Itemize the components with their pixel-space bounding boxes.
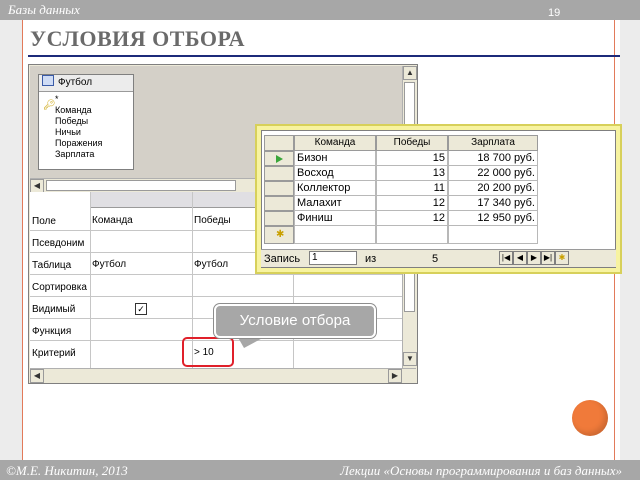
grid-cell-table[interactable]: Футбол: [194, 259, 228, 270]
table-field-list[interactable]: Футбол 🔑︎ * Команда Победы Ничьи Поражен…: [38, 74, 134, 170]
cell-new[interactable]: [448, 226, 538, 244]
grid-cell-table[interactable]: Футбол: [92, 259, 126, 270]
row-label-criterion: Критерий: [32, 348, 76, 359]
scroll-down-button[interactable]: ▼: [403, 352, 417, 366]
next-record-button[interactable]: ▶: [527, 251, 541, 265]
field-item[interactable]: Победы: [55, 116, 88, 126]
row-label-visible: Видимый: [32, 304, 76, 315]
cell-salary[interactable]: 12 950 руб.: [448, 211, 538, 226]
header-bar: [0, 0, 640, 20]
table-title[interactable]: Футбол: [39, 75, 133, 92]
current-record-icon: [276, 155, 283, 163]
cell-wins[interactable]: 12: [376, 211, 448, 226]
grid-cell-field[interactable]: Команда: [92, 215, 133, 226]
cell-team[interactable]: Финиш: [294, 211, 376, 226]
cell-salary[interactable]: 18 700 руб.: [448, 151, 538, 166]
column-header-wins[interactable]: Победы: [376, 135, 448, 151]
grid-cell-field[interactable]: Победы: [194, 215, 231, 226]
cell-salary[interactable]: 17 340 руб.: [448, 196, 538, 211]
cell-team[interactable]: Коллектор: [294, 181, 376, 196]
scroll-right-button[interactable]: ▶: [388, 369, 402, 383]
record-selector[interactable]: [264, 196, 294, 211]
record-selector-new[interactable]: ✱: [264, 226, 294, 244]
grid-cell-criterion[interactable]: > 10: [194, 347, 214, 358]
visible-checkbox[interactable]: ✓: [135, 303, 147, 315]
footer-course: Лекции «Основы программирования и баз да…: [340, 463, 622, 478]
field-item[interactable]: Поражения: [55, 138, 102, 148]
row-label-field: Поле: [32, 216, 56, 227]
grid-hscroll[interactable]: ◀ ▶: [30, 368, 416, 383]
record-selector[interactable]: [264, 151, 294, 166]
record-label: Запись: [264, 253, 301, 265]
right-margin: [620, 20, 640, 460]
field-item[interactable]: Зарплата: [55, 149, 94, 159]
record-selector[interactable]: [264, 166, 294, 181]
field-item[interactable]: *: [55, 94, 59, 104]
record-selector[interactable]: [264, 211, 294, 226]
decorative-circle: [572, 400, 608, 436]
record-navigation-bar: Запись 1 из 5 |◀ ◀ ▶ ▶| ✱: [261, 249, 616, 267]
title-rule: [28, 55, 620, 57]
cell-wins[interactable]: 15: [376, 151, 448, 166]
row-label-sort: Сортировка: [32, 282, 87, 293]
selection-condition-callout: Условие отбора: [214, 304, 376, 338]
grid-divider: [90, 192, 91, 368]
cell-team[interactable]: Малахит: [294, 196, 376, 211]
left-margin: [0, 20, 22, 460]
last-record-button[interactable]: ▶|: [541, 251, 555, 265]
prev-record-button[interactable]: ◀: [513, 251, 527, 265]
scroll-left-button[interactable]: ◀: [30, 369, 44, 383]
cell-team[interactable]: Восход: [294, 166, 376, 181]
scroll-left-button[interactable]: ◀: [30, 179, 44, 193]
field-item[interactable]: Команда: [55, 105, 92, 115]
column-header-salary[interactable]: Зарплата: [448, 135, 538, 151]
record-selector[interactable]: [264, 181, 294, 196]
slide-number: 19: [548, 7, 561, 19]
cell-wins[interactable]: 13: [376, 166, 448, 181]
cell-wins[interactable]: 12: [376, 196, 448, 211]
new-record-icon: ✱: [276, 229, 285, 240]
slide-title: УСЛОВИЯ ОТБОРА: [30, 26, 245, 51]
cell-new[interactable]: [376, 226, 448, 244]
cell-new[interactable]: [294, 226, 376, 244]
datasheet-corner[interactable]: [264, 135, 294, 151]
first-record-button[interactable]: |◀: [499, 251, 513, 265]
section-label: Базы данных: [8, 2, 80, 17]
record-total: 5: [432, 253, 439, 265]
row-label-alias: Псевдоним: [32, 238, 85, 249]
new-record-button[interactable]: ✱: [555, 251, 569, 265]
column-header-team[interactable]: Команда: [294, 135, 376, 151]
table-icon: [42, 75, 54, 86]
cell-team[interactable]: Бизон: [294, 151, 376, 166]
cell-salary[interactable]: 20 200 руб.: [448, 181, 538, 196]
row-label-table: Таблица: [32, 260, 72, 271]
cell-wins[interactable]: 11: [376, 181, 448, 196]
field-item[interactable]: Ничьи: [55, 127, 81, 137]
row-label-function: Функция: [32, 326, 72, 337]
margin-line-left: [22, 20, 23, 460]
record-number-field[interactable]: 1: [309, 251, 357, 265]
key-icon: 🔑︎: [43, 100, 56, 111]
of-label: из: [365, 253, 377, 265]
cell-salary[interactable]: 22 000 руб.: [448, 166, 538, 181]
hscroll-thumb[interactable]: [46, 180, 236, 191]
scroll-up-button[interactable]: ▲: [403, 66, 417, 80]
footer-author: ©М.Е. Никитин, 2013: [6, 463, 128, 478]
